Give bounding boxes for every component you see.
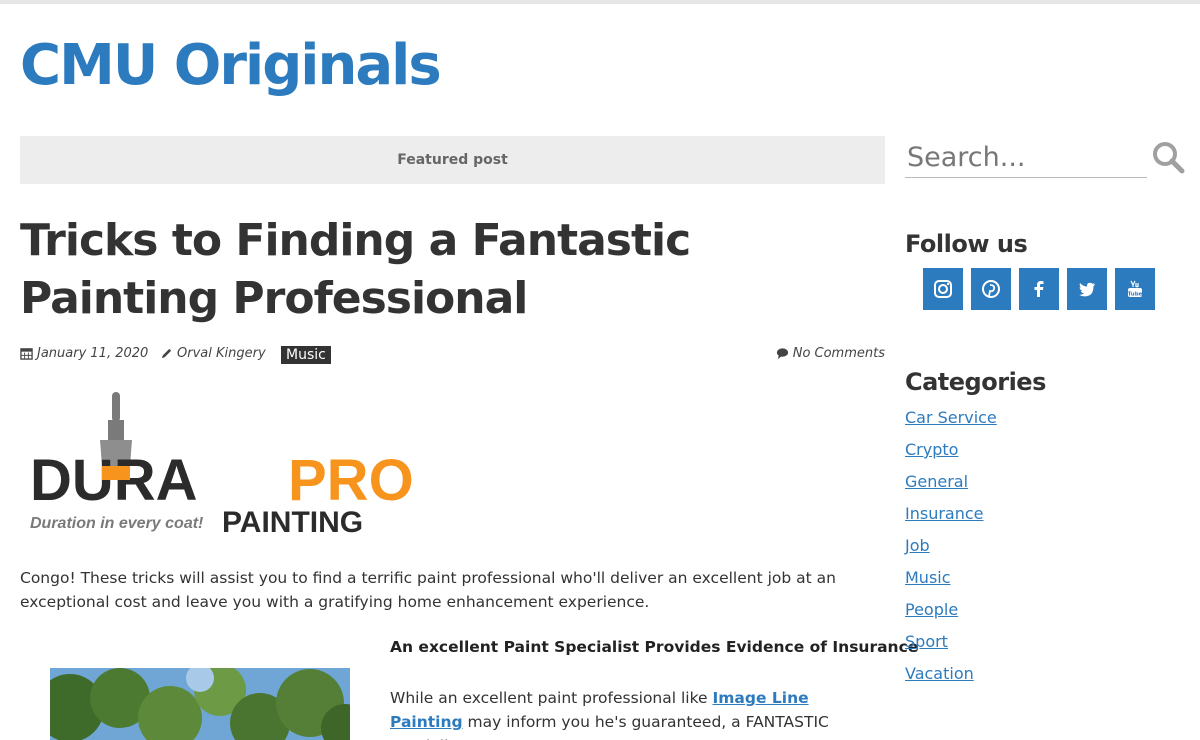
post-author-text[interactable]: Orval Kingery <box>177 346 266 361</box>
house-trees-photo <box>50 668 350 740</box>
post-comments-text[interactable]: No Comments <box>793 346 885 361</box>
featured-post-bar: Featured post <box>20 136 885 184</box>
category-link-people[interactable]: People <box>905 600 958 619</box>
category-link-job[interactable]: Job <box>905 536 930 555</box>
durapro-logo: DURA PRO Duration in every coat! PAINTIN… <box>30 392 414 538</box>
logo-tagline: Duration in every coat! <box>30 515 204 532</box>
post-comments: No Comments <box>776 346 885 361</box>
category-item: Sport <box>905 632 997 664</box>
post-date-text[interactable]: January 11, 2020 <box>37 346 148 361</box>
post-tag[interactable]: Music <box>281 346 331 364</box>
twitter-button[interactable] <box>1067 268 1107 310</box>
instagram-icon <box>934 280 952 298</box>
follow-us-title: Follow us <box>905 230 1028 258</box>
category-link-music[interactable]: Music <box>905 568 951 587</box>
categories-list: Car Service Crypto General Insurance Job… <box>905 408 997 696</box>
categories-title: Categories <box>905 368 1046 396</box>
post-meta: January 11, 2020 Orval Kingery Music No … <box>20 346 885 366</box>
category-item: Job <box>905 536 997 568</box>
social-links: Tube <box>923 268 1155 310</box>
top-border <box>0 0 1200 4</box>
search-widget <box>905 138 1185 180</box>
category-link-insurance[interactable]: Insurance <box>905 504 984 523</box>
category-item: Car Service <box>905 408 997 440</box>
logo-word-dura: DURA <box>30 448 198 513</box>
facebook-icon <box>1034 281 1044 297</box>
post-title: Tricks to Finding a Fantastic Painting P… <box>20 215 691 324</box>
category-link-crypto[interactable]: Crypto <box>905 440 958 459</box>
pencil-icon <box>161 348 172 359</box>
section-heading: An excellent Paint Specialist Provides E… <box>390 638 919 656</box>
featured-post-label: Featured post <box>397 152 508 168</box>
youtube-icon: Tube <box>1128 280 1143 298</box>
comment-icon <box>776 348 788 360</box>
post-date: January 11, 2020 <box>20 346 148 361</box>
para-before-link: While an excellent paint professional li… <box>390 689 713 707</box>
pinterest-button[interactable] <box>971 268 1011 310</box>
category-link-general[interactable]: General <box>905 472 968 491</box>
pinterest-icon <box>982 280 1000 298</box>
category-item: Music <box>905 568 997 600</box>
category-item: General <box>905 472 997 504</box>
category-item: People <box>905 600 997 632</box>
site-title[interactable]: CMU Originals <box>20 28 442 104</box>
search-icon <box>1153 142 1185 174</box>
youtube-button[interactable]: Tube <box>1115 268 1155 310</box>
category-link-vacation[interactable]: Vacation <box>905 664 974 683</box>
category-item: Insurance <box>905 504 997 536</box>
calendar-icon <box>20 348 33 360</box>
post-paragraph: While an excellent paint professional li… <box>390 686 885 740</box>
post-intro: Congo! These tricks will assist you to f… <box>20 569 836 611</box>
search-button[interactable] <box>1149 138 1187 176</box>
category-link-car-service[interactable]: Car Service <box>905 408 997 427</box>
category-link-sport[interactable]: Sport <box>905 632 948 651</box>
instagram-button[interactable] <box>923 268 963 310</box>
logo-sub: PAINTING <box>222 506 363 538</box>
logo-word-pro: PRO <box>288 448 414 513</box>
category-item: Crypto <box>905 440 997 472</box>
svg-text:Tube: Tube <box>1128 292 1143 298</box>
twitter-icon <box>1079 282 1095 297</box>
facebook-button[interactable] <box>1019 268 1059 310</box>
category-item: Vacation <box>905 664 997 696</box>
post-author: Orval Kingery <box>160 346 266 361</box>
search-input[interactable] <box>905 138 1147 178</box>
